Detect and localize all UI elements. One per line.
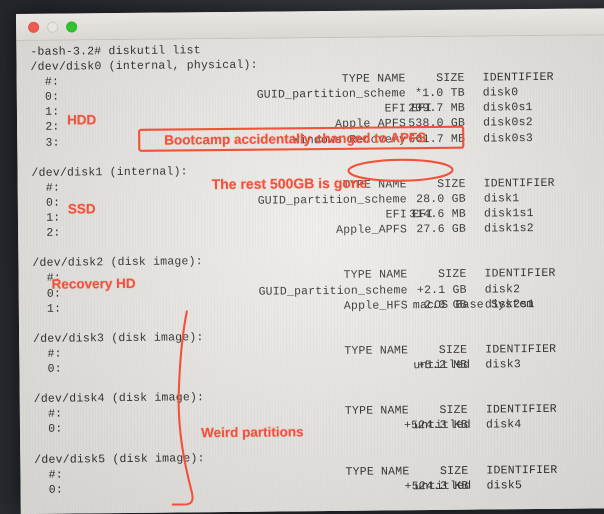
row-identifier: disk3 — [485, 358, 521, 372]
terminal-window[interactable]: -bash-3.2# diskutil list/dev/disk0 (inte… — [16, 8, 604, 514]
col-header-size: SIZE — [438, 268, 467, 282]
col-header-num: #: — [30, 75, 60, 90]
row-index: 3: — [31, 136, 60, 150]
disk-header-text: /dev/disk1 (internal): — [31, 165, 188, 180]
col-header-identifier: IDENTIFIER — [484, 267, 556, 281]
col-header-identifier: IDENTIFIER — [485, 403, 557, 417]
close-button[interactable] — [28, 21, 40, 33]
row-identifier: disk0 — [482, 86, 519, 100]
row-identifier: disk1s1 — [483, 207, 534, 221]
row-size: 27.6 GB — [416, 222, 467, 237]
disk-header-text: /dev/disk3 (disk image): — [33, 330, 204, 346]
row-index: 0: — [34, 483, 64, 497]
col-header-size: SIZE — [437, 177, 466, 191]
disk-header-text: /dev/disk0 (internal, physical): — [30, 58, 258, 74]
row-index: 1: — [31, 211, 61, 225]
row-identifier: disk1 — [483, 192, 520, 206]
row-size: +5.2 MB — [417, 358, 468, 373]
terminal-screen[interactable]: -bash-3.2# diskutil list/dev/disk0 (inte… — [16, 35, 604, 514]
zoom-button[interactable] — [66, 20, 78, 33]
col-header-identifier: IDENTIFIER — [485, 342, 557, 357]
col-header-identifier: IDENTIFIER — [482, 71, 554, 85]
col-header-size: SIZE — [436, 71, 465, 86]
col-header-num: #: — [34, 468, 63, 482]
row-size: 661.7 MB — [408, 132, 466, 146]
col-header-num: #: — [32, 271, 62, 286]
col-header-identifier: IDENTIFIER — [483, 176, 555, 191]
prompt-text: -bash-3.2# diskutil list — [30, 44, 201, 59]
col-header-identifier: IDENTIFIER — [486, 463, 558, 478]
row-size: +2.1 GB — [416, 283, 467, 297]
row-identifier: disk4 — [485, 418, 522, 432]
row-index: 1: — [32, 302, 62, 316]
row-index: 0: — [30, 90, 60, 105]
col-header-num: #: — [33, 347, 62, 361]
disk-header-text: /dev/disk4 (disk image): — [33, 391, 205, 407]
row-identifier: disk2s1 — [484, 297, 535, 312]
row-identifier: disk0s3 — [483, 131, 533, 146]
minimize-button[interactable] — [47, 21, 59, 33]
col-header-size: SIZE — [439, 464, 469, 478]
row-index: 0: — [31, 196, 61, 210]
row-size: +524.3 KB — [403, 419, 469, 433]
row-identifier: disk0s2 — [483, 116, 533, 130]
row-size: 2.0 GB — [424, 298, 467, 312]
col-header-num: #: — [31, 181, 61, 195]
col-header-num: #: — [33, 407, 63, 422]
col-header-size: SIZE — [438, 343, 468, 357]
col-header-size: SIZE — [439, 403, 468, 418]
row-index: 0: — [33, 362, 62, 376]
row-index: 0: — [33, 422, 63, 437]
row-size: 209.7 MB — [408, 102, 465, 116]
terminal-output: -bash-3.2# diskutil list/dev/disk0 (inte… — [16, 39, 604, 514]
row-size: *1.0 TB — [415, 86, 465, 101]
row-index: 2: — [31, 121, 60, 135]
row-size: 538.0 GB — [408, 117, 466, 131]
row-size: 314.6 MB — [409, 207, 467, 222]
row-size: +524.3 KB — [404, 479, 469, 494]
row-index: 2: — [32, 226, 61, 240]
disk-header-text: /dev/disk5 (disk image): — [34, 451, 205, 467]
row-size: 28.0 GB — [416, 192, 466, 207]
disk-header-text: /dev/disk2 (disk image): — [32, 255, 203, 271]
row-identifier: disk0s1 — [482, 101, 533, 115]
row-index: 1: — [30, 105, 60, 120]
row-identifier: disk1s2 — [484, 222, 534, 236]
row-index: 0: — [32, 287, 62, 301]
row-identifier: disk5 — [486, 478, 523, 493]
row-identifier: disk2 — [484, 282, 521, 297]
